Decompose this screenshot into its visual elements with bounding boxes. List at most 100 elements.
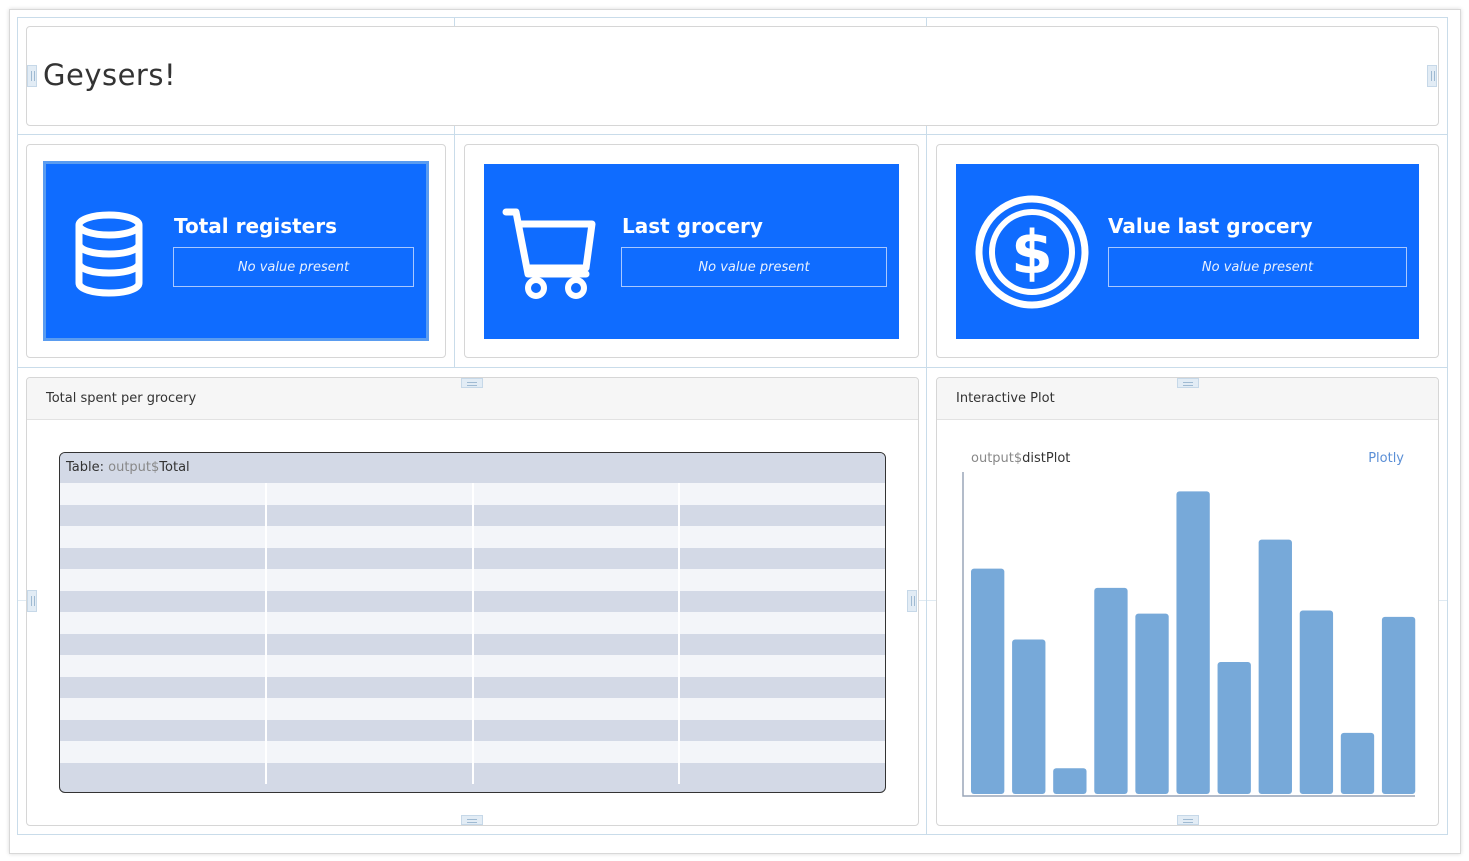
table-cell	[60, 741, 267, 763]
grid-line	[17, 367, 1448, 368]
table-cell	[680, 763, 885, 785]
table-cell	[267, 547, 474, 569]
bar-9[interactable]	[1299, 610, 1334, 794]
plotly-label: Plotly	[1368, 451, 1404, 466]
resize-handle-left[interactable]	[27, 590, 37, 612]
table-cell	[267, 719, 474, 741]
resize-handle-top[interactable]	[461, 378, 483, 388]
bar-5[interactable]	[1135, 613, 1169, 794]
table-cell	[474, 590, 681, 612]
table-cell	[474, 676, 681, 698]
table-cell	[680, 612, 885, 634]
table-cell	[60, 483, 267, 505]
page-title: Geysers!	[43, 58, 177, 92]
value-box-title: Last grocery	[622, 214, 763, 238]
table-cell	[680, 591, 885, 613]
table-cell	[60, 719, 267, 741]
table-cell	[267, 762, 474, 784]
table-cell	[474, 655, 681, 677]
dollar-circle-icon: $	[975, 195, 1089, 309]
table-cell	[474, 547, 681, 569]
table-cell	[474, 569, 681, 591]
table-cell	[474, 633, 681, 655]
table-cell	[60, 655, 267, 677]
table-row	[60, 676, 885, 699]
value-box-last-grocery[interactable]: Last grocery No value present	[484, 164, 899, 339]
shopping-cart-check-icon	[502, 208, 596, 299]
grid-line	[17, 134, 1448, 135]
value-box-value: No value present	[621, 247, 887, 287]
bar-1[interactable]	[971, 568, 1005, 794]
table-row	[60, 547, 885, 569]
table-cell	[267, 483, 474, 505]
value-box-total-registers[interactable]: Total registers No value present	[43, 161, 429, 341]
plot-output-label: output$distPlot	[971, 451, 1070, 466]
table-cell	[60, 526, 267, 548]
table-row	[60, 504, 885, 527]
caption-prefix: Table:	[66, 460, 109, 475]
value-box-value: No value present	[1108, 247, 1407, 287]
resize-handle-top[interactable]	[1177, 378, 1199, 388]
table-cell	[680, 741, 885, 763]
table-cell	[267, 698, 474, 720]
caption-output: output$	[108, 460, 160, 475]
bar-6[interactable]	[1176, 491, 1210, 794]
bar-11[interactable]	[1381, 616, 1416, 794]
table-cell	[60, 698, 267, 720]
value-box-value-last-grocery[interactable]: $ Value last grocery No value present	[956, 164, 1419, 339]
value-box-title: Value last grocery	[1108, 214, 1313, 238]
plot-output-name: distPlot	[1022, 451, 1071, 466]
bar-10[interactable]	[1340, 732, 1375, 794]
resize-handle-right[interactable]	[907, 590, 917, 612]
bar-4[interactable]	[1094, 587, 1128, 794]
data-table[interactable]: Table: output$Total	[59, 452, 886, 793]
table-cell	[60, 590, 267, 612]
resize-handle-bottom[interactable]	[1177, 815, 1199, 825]
table-cell	[267, 655, 474, 677]
table-cell	[680, 569, 885, 591]
table-row	[60, 590, 885, 613]
table-row	[60, 526, 885, 548]
table-cell	[267, 504, 474, 526]
title-panel	[26, 26, 1439, 126]
table-cell	[474, 526, 681, 548]
table-cell	[680, 483, 885, 505]
bar-8[interactable]	[1258, 539, 1292, 794]
table-row	[60, 719, 885, 741]
table-cell	[267, 569, 474, 591]
table-cell	[680, 677, 885, 699]
table-cell	[267, 633, 474, 655]
table-cell	[267, 526, 474, 548]
resize-handle-bottom[interactable]	[461, 815, 483, 825]
table-cell	[60, 547, 267, 569]
table-cell	[267, 741, 474, 763]
resize-handle-left[interactable]	[27, 65, 37, 87]
table-body	[60, 483, 885, 784]
table-cell	[60, 504, 267, 526]
table-row	[60, 762, 885, 785]
table-cell	[680, 505, 885, 527]
caption-name: Total	[159, 460, 190, 475]
table-cell	[680, 526, 885, 548]
table-row	[60, 483, 885, 505]
table-cell	[474, 741, 681, 763]
table-cell	[60, 676, 267, 698]
plot-card: Interactive Plot output$distPlot Plotly	[936, 377, 1439, 826]
table-caption: Table: output$Total	[60, 453, 885, 483]
table-cell	[267, 676, 474, 698]
table-cell	[60, 762, 267, 784]
database-icon	[75, 211, 143, 297]
plot-output-prefix: output$	[971, 451, 1023, 466]
table-cell	[60, 633, 267, 655]
table-row	[60, 612, 885, 634]
bar-chart[interactable]	[959, 470, 1419, 802]
bar-2[interactable]	[1012, 639, 1046, 794]
resize-handle-right[interactable]	[1427, 65, 1437, 87]
table-cell	[474, 483, 681, 505]
table-cell	[474, 698, 681, 720]
table-cell	[680, 698, 885, 720]
bar-7[interactable]	[1217, 661, 1251, 794]
bar-3[interactable]	[1053, 768, 1087, 794]
table-row	[60, 569, 885, 591]
table-cell	[474, 612, 681, 634]
